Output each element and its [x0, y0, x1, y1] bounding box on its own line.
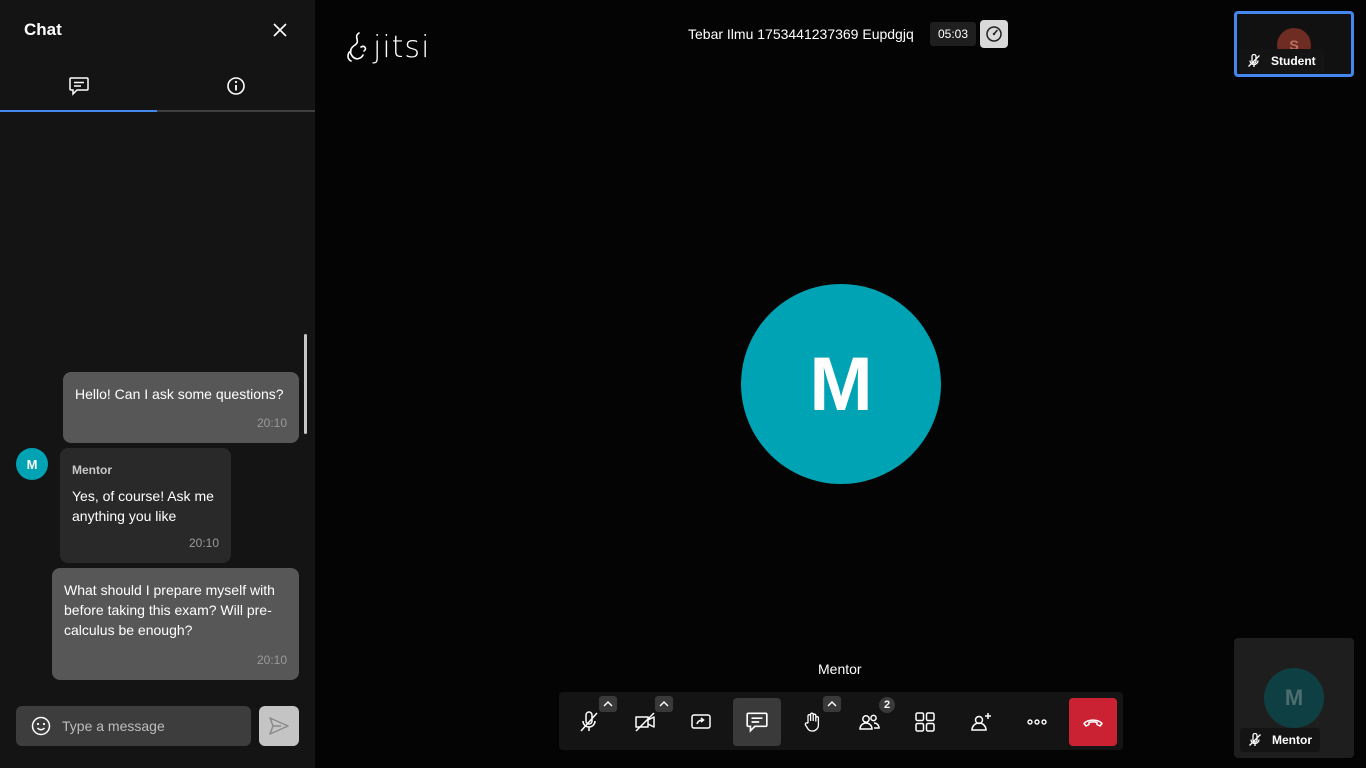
- mic-muted-icon: [580, 711, 598, 732]
- speaker-name-tooltip: Mentor: [806, 656, 874, 682]
- more-icon: [1027, 719, 1047, 725]
- share-screen-button[interactable]: [677, 698, 725, 746]
- message-time: 20:10: [188, 536, 219, 550]
- chevron-up-icon: [603, 701, 613, 707]
- invite-people-button[interactable]: [957, 698, 1005, 746]
- message-bubble-local: What should I prepare myself with before…: [52, 568, 299, 680]
- message-sender: Mentor: [72, 463, 112, 477]
- send-icon: [269, 717, 289, 735]
- message-text: Yes, of course! Ask me anything you like: [72, 488, 214, 524]
- hand-icon: [804, 712, 820, 732]
- message-time: 20:10: [256, 416, 287, 430]
- jitsi-meeting: Chat Hello! Can I ask some questions? 20…: [0, 0, 1366, 768]
- chat-icon: [746, 712, 768, 733]
- mic-muted-icon: [1249, 733, 1261, 746]
- tab-chat[interactable]: [0, 62, 157, 112]
- close-icon: [273, 23, 287, 37]
- participants-count-badge: 2: [878, 696, 896, 714]
- chevron-up-icon: [827, 701, 837, 707]
- add-person-icon: [971, 713, 991, 731]
- reactions-options-button[interactable]: [823, 696, 841, 712]
- avatar: M: [1264, 668, 1324, 728]
- speedometer-icon: [986, 26, 1002, 42]
- participant-thumbnail-mentor[interactable]: M Mentor: [1234, 638, 1354, 758]
- hangup-button[interactable]: [1069, 698, 1117, 746]
- participant-label: Mentor: [1240, 728, 1320, 752]
- emoji-button[interactable]: [30, 715, 52, 737]
- chat-title: Chat: [24, 20, 62, 39]
- chat-icon: [68, 77, 89, 96]
- participants-icon: [859, 714, 880, 730]
- phone-hangup-icon: [1083, 719, 1103, 727]
- meeting-toolbar: 2: [559, 692, 1123, 750]
- connection-status-button[interactable]: [980, 20, 1008, 48]
- participant-thumbnail-student[interactable]: S Student: [1234, 11, 1354, 77]
- avatar: M: [16, 448, 48, 480]
- camera-off-icon: [635, 712, 655, 732]
- video-options-button[interactable]: [655, 696, 673, 712]
- message-text: What should I prepare myself with before…: [64, 582, 275, 638]
- mic-muted-icon: [1248, 54, 1260, 67]
- participant-label: Student: [1239, 49, 1324, 73]
- logo-text: jitsi: [373, 30, 431, 65]
- close-chat-button[interactable]: [270, 20, 290, 40]
- message-composer: [16, 706, 251, 746]
- participant-name: Mentor: [1272, 733, 1312, 747]
- meeting-title: Tebar Ilmu 1753441237369 Eupdgjq: [678, 20, 924, 48]
- message-time: 20:10: [256, 653, 287, 667]
- info-icon: [226, 77, 245, 95]
- tab-info[interactable]: [157, 62, 314, 110]
- smiley-icon: [31, 716, 51, 736]
- meeting-timer: 05:03: [930, 22, 977, 46]
- tile-view-icon: [915, 712, 935, 732]
- more-actions-button[interactable]: [1013, 698, 1061, 746]
- chevron-up-icon: [659, 701, 669, 707]
- share-screen-icon: [691, 714, 711, 729]
- send-button[interactable]: [259, 706, 299, 746]
- chat-panel: Chat Hello! Can I ask some questions? 20…: [0, 0, 315, 768]
- message-text: Hello! Can I ask some questions?: [75, 386, 284, 402]
- chat-scrollbar[interactable]: [304, 334, 307, 434]
- jitsi-logo[interactable]: jitsi: [345, 30, 430, 65]
- jitsi-logo-icon: [347, 31, 367, 62]
- active-tab-indicator: [0, 110, 157, 112]
- dominant-speaker-avatar: M: [741, 284, 941, 484]
- chat-tabs: [0, 62, 315, 112]
- audio-options-button[interactable]: [599, 696, 617, 712]
- message-input[interactable]: [62, 706, 242, 746]
- message-bubble-local: Hello! Can I ask some questions? 20:10: [63, 372, 299, 443]
- chat-button[interactable]: [733, 698, 781, 746]
- message-bubble-remote: Mentor Yes, of course! Ask me anything y…: [60, 448, 231, 563]
- tile-view-button[interactable]: [901, 698, 949, 746]
- participant-name: Student: [1271, 54, 1316, 68]
